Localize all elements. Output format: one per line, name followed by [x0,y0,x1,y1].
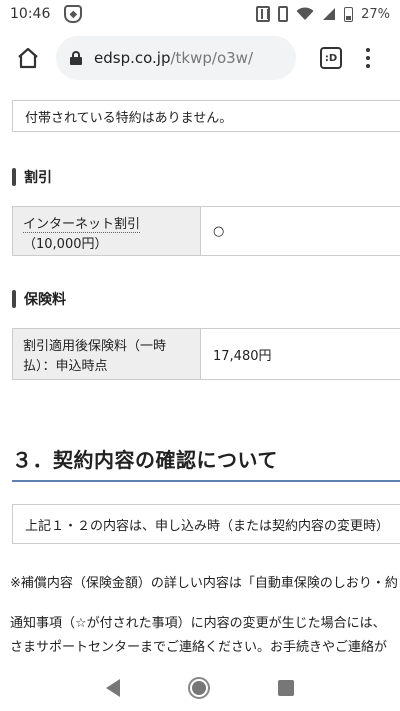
discount-row: インターネット割引 （10,000円） ○ [12,206,400,256]
discount-amount: （10,000円） [23,237,108,252]
shield-icon: ◆ [64,5,83,23]
status-bar: 10:46 ◆ 27% [0,0,400,28]
battery-percentage: 27% [361,6,390,22]
page-content: 付帯されている特約はありません。 割引 インターネット割引 （10,000円） … [0,88,400,665]
signal-icon [323,8,336,20]
url-path: /tkwp/o3w/ [170,49,253,67]
tokuyaku-notice: 付帯されている特約はありません。 [12,100,400,132]
premium-row: 割引適用後保険料（一時払）：申込時点 17,480円 [12,328,400,380]
section3-heading: ３．契約内容の確認について [12,448,278,472]
back-icon[interactable] [106,679,120,697]
home-icon [18,47,38,69]
premium-heading: 保険料 [12,289,66,309]
system-nav-bar [0,665,400,711]
status-icons: 27% [256,6,390,22]
home-circle-icon[interactable] [188,677,210,699]
section3-divider [12,480,400,482]
more-icon [366,48,370,52]
lock-icon [70,51,82,65]
nfc-icon [256,6,271,22]
discount-value: ○ [213,223,225,239]
premium-label: 割引適用後保険料（一時払）：申込時点 [13,329,201,379]
tab-switcher-button[interactable]: :D [320,47,342,69]
url-domain: edsp.co.jp [94,49,171,67]
overflow-menu-button[interactable] [364,46,372,70]
url-bar[interactable]: edsp.co.jp /tkwp/o3w/ [56,36,296,80]
discount-label: インターネット割引 （10,000円） [13,207,201,255]
wifi-icon [296,7,314,20]
premium-heading-text: 保険料 [24,292,66,308]
recent-apps-icon[interactable] [278,680,294,696]
heading-bar [12,290,16,308]
coverage-note: ※補償内容（保険金額）の詳しい内容は「自動車保険のしおり・約 [10,576,398,591]
heading-bar [12,168,16,186]
notification-note-line1: 通知事項（☆が付された事項）に内容の変更が生じた場合には、 [10,616,386,631]
premium-value: 17,480円 [213,348,272,364]
discount-heading: 割引 [12,167,52,187]
browser-toolbar: edsp.co.jp /tkwp/o3w/ :D [0,28,400,88]
battery-icon [344,6,354,22]
internet-discount-link[interactable]: インターネット割引 [23,217,141,233]
section3-notice: 上記１・２の内容は、申し込み時（または契約内容の変更時） [12,504,400,544]
discount-heading-text: 割引 [24,170,52,186]
home-button[interactable] [10,40,46,76]
vibrate-icon [278,6,289,22]
status-time: 10:46 [10,6,51,22]
notification-note-line2: さまサポートセンターまでご連絡ください。お手続きやご連絡が [10,640,388,655]
